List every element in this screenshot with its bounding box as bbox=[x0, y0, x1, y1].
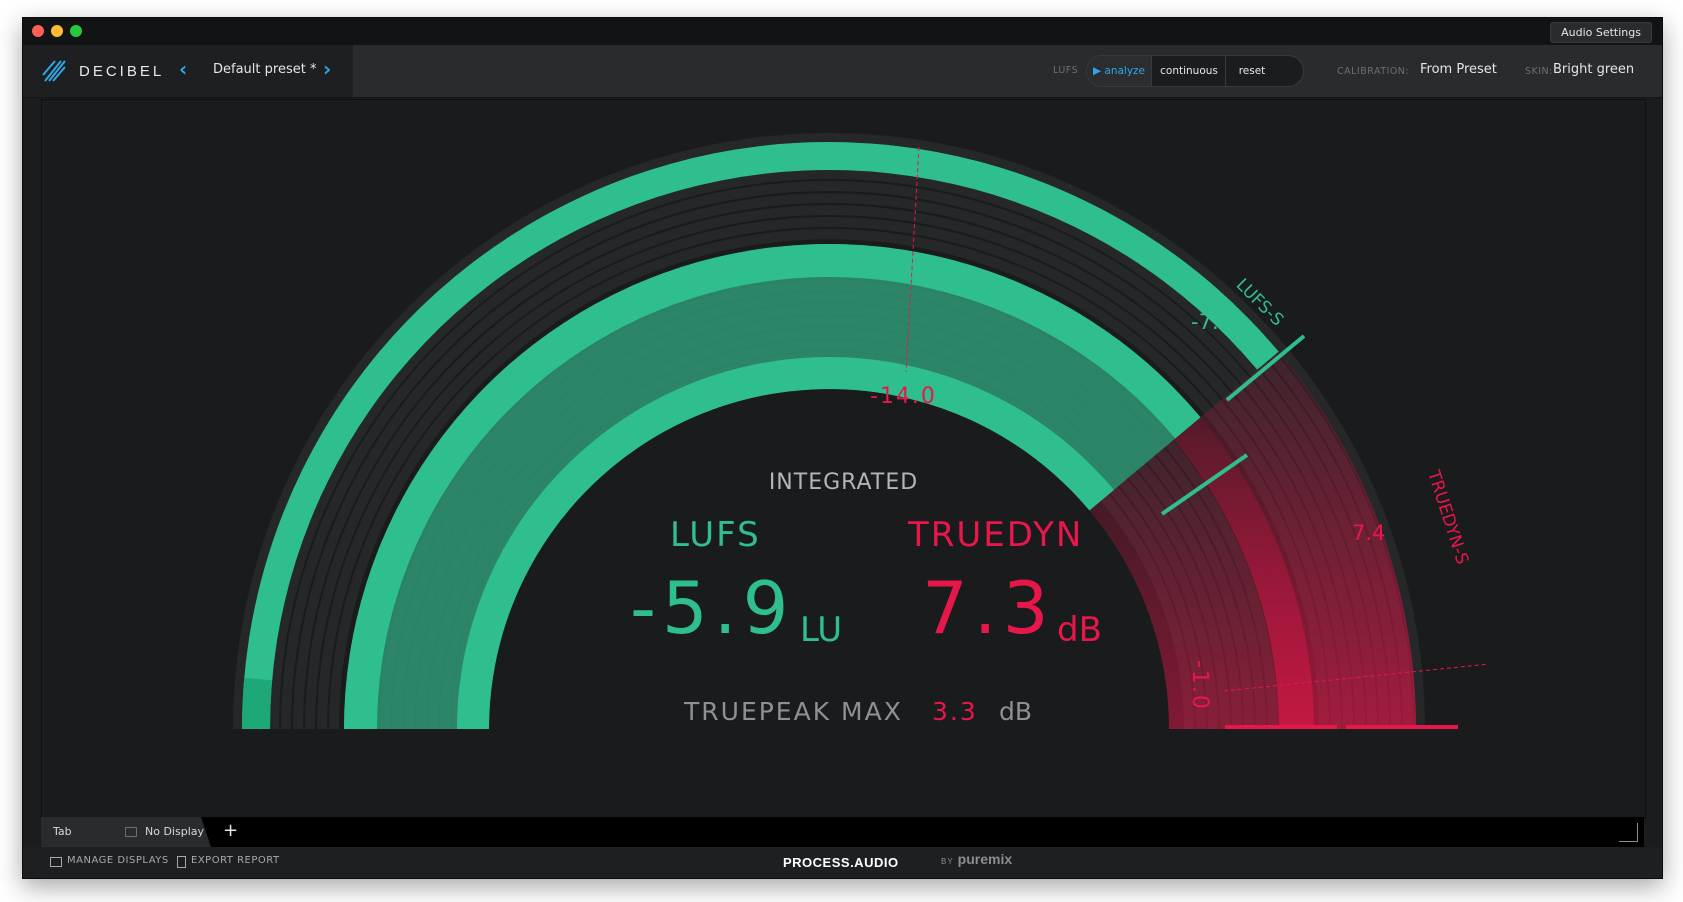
preset-name[interactable]: Default preset * bbox=[213, 62, 316, 77]
audio-settings-button[interactable]: Audio Settings bbox=[1550, 22, 1652, 43]
truepeak-value: 3.3 bbox=[932, 697, 978, 726]
next-preset-button[interactable]: › bbox=[323, 57, 331, 81]
title-bar: Audio Settings bbox=[23, 18, 1662, 45]
threshold-marker-value: -1.0 bbox=[1187, 660, 1212, 711]
play-icon: ▶ bbox=[1092, 65, 1102, 77]
export-report-button[interactable]: EXPORT REPORT bbox=[191, 855, 280, 866]
lufs-value: -5.9 bbox=[630, 566, 795, 650]
integrated-label: INTEGRATED bbox=[768, 470, 919, 495]
previous-preset-button[interactable]: ‹ bbox=[179, 57, 187, 81]
resize-handle-icon[interactable] bbox=[1619, 823, 1638, 842]
display-icon bbox=[125, 827, 137, 837]
skin-value[interactable]: Bright green bbox=[1553, 62, 1634, 77]
target-marker-value: -14.0 bbox=[870, 384, 937, 409]
truedyn-s-value: 7.4 bbox=[1352, 521, 1386, 545]
zoom-window-button[interactable] bbox=[70, 25, 82, 37]
partner-name: puremix bbox=[957, 851, 1013, 867]
truedyn-unit: dB bbox=[1057, 610, 1102, 650]
truedyn-value: 7.3 bbox=[922, 566, 1055, 650]
lufs-title: LUFS bbox=[670, 515, 761, 555]
truedyn-s-bar-base bbox=[1346, 725, 1458, 729]
reset-button[interactable]: reset bbox=[1225, 56, 1278, 86]
display-tab-bar: Tab No Display + bbox=[41, 817, 1644, 847]
preset-bar: DECIBEL ‹ Default preset * › bbox=[23, 45, 353, 97]
lufs-s-value: -7.2 bbox=[1191, 310, 1232, 334]
decibel-logo-icon bbox=[42, 60, 66, 82]
puremix-logo: BY puremix bbox=[941, 851, 1012, 867]
tab-label: Tab bbox=[53, 825, 72, 838]
calibration-value[interactable]: From Preset bbox=[1420, 62, 1497, 77]
plugin-header: DECIBEL ‹ Default preset * › LUFS ▶ anal… bbox=[23, 45, 1662, 98]
close-window-button[interactable] bbox=[32, 25, 44, 37]
mode-segmented-control: ▶ analyze continuous reset bbox=[1086, 55, 1304, 87]
display-tab[interactable]: Tab No Display bbox=[41, 817, 211, 847]
app-window: Audio Settings DECIBEL ‹ Default preset … bbox=[22, 17, 1663, 879]
analyze-label: analyze bbox=[1104, 65, 1146, 77]
truepeak-unit: dB bbox=[999, 697, 1033, 726]
truepeak-label: TRUEPEAK MAX bbox=[684, 697, 903, 726]
skin-label: SKIN: bbox=[1525, 66, 1553, 77]
by-label: BY bbox=[941, 857, 954, 866]
logo-text: DECIBEL bbox=[79, 63, 165, 80]
manage-displays-icon bbox=[50, 857, 62, 867]
analyze-button[interactable]: ▶ analyze bbox=[1087, 56, 1151, 86]
lufs-mode-label: LUFS bbox=[1053, 65, 1079, 76]
continuous-button[interactable]: continuous bbox=[1151, 56, 1226, 86]
manage-displays-button[interactable]: MANAGE DISPLAYS bbox=[67, 855, 169, 866]
lufs-s-fill-start bbox=[242, 677, 273, 729]
calibration-label: CALIBRATION: bbox=[1337, 66, 1410, 77]
decibel-logo: DECIBEL bbox=[41, 55, 171, 85]
loudness-meter: LUFS-S -7.2 TRUEDYN-S 7.4 -14.0 -1.0 INT… bbox=[41, 99, 1646, 819]
lufs-unit: LU bbox=[800, 610, 843, 650]
export-report-icon bbox=[177, 856, 186, 868]
truedyn-title: TRUEDYN bbox=[908, 515, 1084, 555]
truedyn-bar-base bbox=[1225, 725, 1337, 729]
process-audio-logo: PROCESS.AUDIO bbox=[783, 855, 899, 870]
add-tab-button[interactable]: + bbox=[223, 820, 238, 841]
display-selector[interactable]: No Display bbox=[145, 825, 204, 838]
footer: MANAGE DISPLAYS EXPORT REPORT PROCESS.AU… bbox=[23, 847, 1662, 878]
minimize-window-button[interactable] bbox=[51, 25, 63, 37]
